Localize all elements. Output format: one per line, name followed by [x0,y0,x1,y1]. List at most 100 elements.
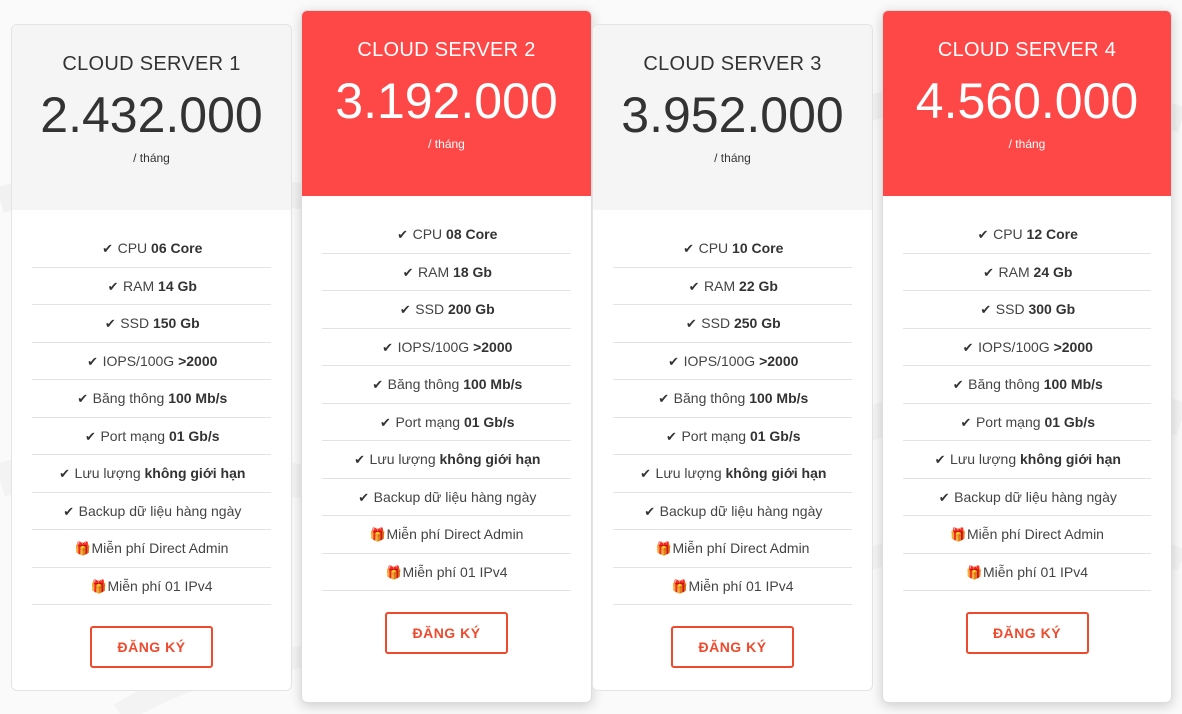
check-icon: ✔ [397,227,409,242]
feature-item: 🎁Miễn phí 01 IPv4 [613,568,852,605]
check-icon: ✔ [102,241,114,256]
gift-icon: 🎁 [965,564,983,580]
plan-card-cloud-server-2: CLOUD SERVER 2 3.192.000 / tháng ✔ CPU 08… [301,10,592,703]
feature-item: 🎁Miễn phí Direct Admin [613,530,852,568]
check-icon: ✔ [962,339,974,355]
check-icon: ✔ [668,353,680,369]
feature-item: ✔ CPU 06 Core [32,230,271,268]
feature-item: ✔ IOPS/100G >2000 [32,343,271,380]
feature-item: ✔ Port mạng 01 Gb/s [322,404,571,441]
plan-title: CLOUD SERVER 3 [643,53,822,75]
feature-item: ✔ Backup dữ liệu hàng ngày [903,479,1151,516]
feature-item: ✔ Backup dữ liệu hàng ngày [32,493,271,530]
feature-item: ✔ RAM 24 Gb [903,254,1151,291]
feature-item: 🎁Miễn phí Direct Admin [322,516,571,554]
check-icon: ✔ [934,452,946,467]
feature-item: ✔ Backup dữ liệu hàng ngày [613,493,852,530]
check-icon: ✔ [640,466,651,481]
check-icon: ✔ [372,377,384,392]
plan-title: CLOUD SERVER 1 [62,53,241,75]
plan-price: 3.192.000 [335,73,558,129]
plan-header: CLOUD SERVER 3 3.952.000 / tháng [593,25,872,210]
gift-icon: 🎁 [655,541,672,556]
feature-item: ✔ IOPS/100G >2000 [322,329,571,366]
check-icon: ✔ [683,241,695,256]
feature-item: ✔ SSD 250 Gb [613,305,852,343]
feature-item: ✔ Lưu lượng không giới hạn [903,441,1151,479]
feature-item: ✔ Lưu lượng không giới hạn [613,455,852,493]
check-icon: ✔ [938,489,950,505]
feature-list: ✔ CPU 06 Core ✔ RAM 14 Gb ✔ SSD 150 Gb ✔ IOP… [12,210,291,605]
cta-wrap: ĐĂNG KÝ [12,605,291,668]
feature-item: 🎁Miễn phí Direct Admin [32,530,271,568]
gift-icon: 🎁 [90,578,107,594]
cta-wrap: ĐĂNG KÝ [593,605,872,668]
plan-card-cloud-server-4: CLOUD SERVER 4 4.560.000 / tháng ✔ CPU 12… [882,10,1172,703]
check-icon: ✔ [952,377,964,392]
check-icon: ✔ [983,264,994,280]
feature-list: ✔ CPU 10 Core ✔ RAM 22 Gb ✔ SSD 250 Gb ✔ IOP… [593,210,872,605]
plan-period: / tháng [133,151,170,165]
feature-item: 🎁Miễn phí 01 IPv4 [322,554,571,591]
feature-item: ✔ Port mạng 01 Gb/s [903,404,1151,441]
check-icon: ✔ [402,264,414,280]
pricing-plans: CLOUD SERVER 1 2.432.000 / tháng ✔ CPU 06… [0,0,1182,714]
gift-icon: 🎁 [671,578,688,594]
feature-item: ✔ RAM 14 Gb [32,268,271,305]
check-icon: ✔ [399,302,411,317]
feature-item: ✔ CPU 08 Core [322,216,571,254]
feature-item: ✔ Lưu lượng không giới hạn [32,455,271,493]
check-icon: ✔ [977,227,989,242]
check-icon: ✔ [107,278,119,294]
check-icon: ✔ [85,428,96,444]
feature-item: ✔ Băng thông 100 Mb/s [32,380,271,418]
plan-header: CLOUD SERVER 2 3.192.000 / tháng [302,11,591,196]
plan-period: / tháng [1008,137,1046,151]
check-icon: ✔ [380,414,391,430]
plan-header: CLOUD SERVER 4 4.560.000 / tháng [883,11,1171,196]
feature-item: ✔ Băng thông 100 Mb/s [613,380,852,418]
feature-item: ✔ CPU 12 Core [903,216,1151,254]
check-icon: ✔ [685,316,697,331]
gift-icon: 🎁 [74,541,91,556]
plan-title: CLOUD SERVER 4 [937,39,1117,61]
plan-card-cloud-server-3: CLOUD SERVER 3 3.952.000 / tháng ✔ CPU 10… [592,24,873,691]
feature-item: ✔ RAM 22 Gb [613,268,852,305]
check-icon: ✔ [77,391,89,406]
check-icon: ✔ [980,302,992,317]
feature-item: ✔ IOPS/100G >2000 [613,343,852,380]
check-icon: ✔ [354,452,365,467]
plan-card-cloud-server-1: CLOUD SERVER 1 2.432.000 / tháng ✔ CPU 06… [11,24,292,691]
register-button[interactable]: ĐĂNG KÝ [90,626,213,668]
feature-item: 🎁Miễn phí Direct Admin [903,516,1151,554]
check-icon: ✔ [960,414,972,430]
feature-item: ✔ RAM 18 Gb [322,254,571,291]
feature-item: ✔ Băng thông 100 Mb/s [903,366,1151,404]
plan-price: 2.432.000 [40,87,263,143]
feature-item: ✔ Băng thông 100 Mb/s [322,366,571,404]
plan-price: 4.560.000 [915,73,1139,129]
feature-item: ✔ Port mạng 01 Gb/s [32,418,271,455]
feature-item: ✔ IOPS/100G >2000 [903,329,1151,366]
feature-item: ✔ SSD 300 Gb [903,291,1151,329]
register-button[interactable]: ĐĂNG KÝ [965,612,1089,654]
feature-list: ✔ CPU 08 Core ✔ RAM 18 Gb ✔ SSD 200 Gb ✔ IOP… [302,196,591,591]
cta-wrap: ĐĂNG KÝ [883,591,1171,654]
check-icon: ✔ [382,339,394,355]
check-icon: ✔ [358,489,370,505]
feature-item: ✔ Lưu lượng không giới hạn [322,441,571,479]
check-icon: ✔ [688,278,700,294]
plan-header: CLOUD SERVER 1 2.432.000 / tháng [12,25,291,210]
check-icon: ✔ [666,428,677,444]
feature-item: ✔ SSD 200 Gb [322,291,571,329]
check-icon: ✔ [658,391,670,406]
feature-item: 🎁Miễn phí 01 IPv4 [903,554,1151,591]
register-button[interactable]: ĐĂNG KÝ [385,612,508,654]
register-button[interactable]: ĐĂNG KÝ [671,626,794,668]
feature-item: ✔ Backup dữ liệu hàng ngày [322,479,571,516]
plan-period: / tháng [714,151,751,165]
gift-icon: 🎁 [950,527,967,542]
cta-wrap: ĐĂNG KÝ [302,591,591,654]
plan-price: 3.952.000 [621,87,844,143]
gift-icon: 🎁 [385,564,402,580]
